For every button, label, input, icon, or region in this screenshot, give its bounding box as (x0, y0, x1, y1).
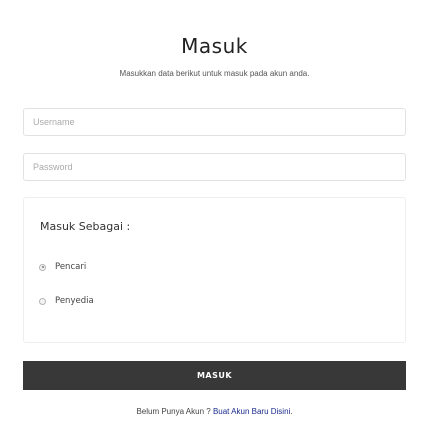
register-prompt-text: Belum Punya Akun ? (136, 407, 213, 416)
role-selection-panel: Masuk Sebagai : Pencari Penyedia (23, 197, 406, 343)
role-option-pencari[interactable]: Pencari (39, 260, 86, 274)
register-link[interactable]: Buat Akun Baru Disini (213, 407, 290, 416)
register-suffix: . (290, 407, 293, 416)
login-button[interactable]: MASUK (23, 361, 406, 390)
page-title: Masuk (181, 34, 248, 58)
role-option-label: Pencari (55, 262, 87, 272)
radio-penyedia[interactable] (39, 297, 46, 305)
username-input[interactable] (23, 108, 406, 136)
password-input[interactable] (23, 153, 406, 181)
role-option-label: Penyedia (55, 296, 94, 306)
role-option-penyedia[interactable]: Penyedia (39, 294, 94, 308)
page-subtitle: Masukkan data berikut untuk masuk pada a… (119, 69, 310, 78)
radio-pencari[interactable] (39, 263, 46, 271)
role-label: Masuk Sebagai : (40, 220, 131, 233)
register-prompt: Belum Punya Akun ? Buat Akun Baru Disini… (0, 407, 429, 416)
